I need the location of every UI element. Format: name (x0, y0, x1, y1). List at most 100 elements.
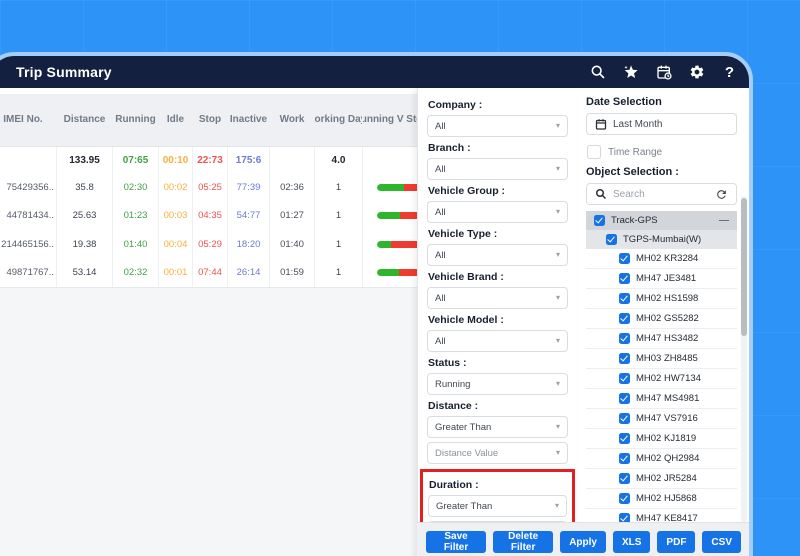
search-icon[interactable] (589, 64, 606, 81)
checkbox-checked-icon[interactable] (619, 473, 630, 484)
checkbox-checked-icon[interactable] (619, 273, 630, 284)
checkbox-checked-icon[interactable] (619, 333, 630, 344)
cell-inactive: 54:77 (228, 202, 270, 231)
checkbox-checked-icon[interactable] (619, 373, 630, 384)
cell-running: 02:30 (113, 173, 159, 202)
time-range-checkbox[interactable] (587, 145, 601, 159)
running-vs-stop-bar (377, 212, 417, 219)
object-selection-label: Object Selection : (586, 166, 737, 178)
filter-select[interactable]: All▾ (427, 158, 568, 180)
filter-select[interactable]: Greater Than▾ (427, 416, 568, 438)
vehicle-list-item[interactable]: MH02 GS5282 (586, 309, 737, 329)
checkbox-checked-icon[interactable] (606, 234, 617, 245)
help-icon[interactable]: ? (721, 64, 738, 81)
cell-distance: 53.14 (57, 259, 113, 288)
object-search-input[interactable]: Search (586, 183, 737, 205)
cell-bar (363, 147, 417, 173)
vehicle-list-item[interactable]: MH02 HS1598 (586, 289, 737, 309)
vehicle-list-item[interactable]: MH47 MS4981 (586, 389, 737, 409)
filter-panel: Company :All▾Branch :All▾Vehicle Group :… (417, 88, 577, 556)
vehicle-list-item[interactable]: MH47 VS7916 (586, 409, 737, 429)
vehicle-label: MH02 GS5282 (636, 313, 699, 324)
cell-distance: 133.95 (57, 147, 113, 173)
date-range-input[interactable]: Last Month (586, 113, 737, 135)
filter-select[interactable]: Running▾ (427, 373, 568, 395)
refresh-icon[interactable] (715, 188, 728, 201)
checkbox-checked-icon[interactable] (619, 413, 630, 424)
checkbox-checked-icon[interactable] (619, 353, 630, 364)
filter-select[interactable]: All▾ (427, 244, 568, 266)
bar-running-segment (377, 184, 404, 191)
pdf-button[interactable]: PDF (657, 531, 695, 553)
duration-label: Duration : (429, 479, 566, 491)
filter-select[interactable]: All▾ (427, 287, 568, 309)
table-empty-area (0, 287, 417, 556)
tree-root-row[interactable]: Track-GPS — (586, 211, 737, 230)
schedule-report-icon[interactable] (655, 64, 672, 81)
duration-select[interactable]: Greater Than▾ (428, 495, 567, 517)
table-row[interactable]: 75429356..35.802:3000:0205:2577:3902:361 (0, 173, 417, 202)
vehicle-list-item[interactable]: MH02 QH2984 (586, 449, 737, 469)
time-range-checkbox-row[interactable]: Time Range (587, 145, 736, 159)
checkbox-checked-icon[interactable] (619, 493, 630, 504)
cell-working_days: 1 (315, 173, 363, 202)
filter-select[interactable]: All▾ (427, 330, 568, 352)
scrollbar-track[interactable] (741, 196, 747, 522)
filter-select[interactable]: All▾ (427, 115, 568, 137)
cell-work: 01:59 (270, 259, 315, 288)
checkbox-checked-icon[interactable] (619, 253, 630, 264)
calendar-icon (595, 118, 607, 130)
cell-running: 02:32 (113, 259, 159, 288)
title-bar: Trip Summary ? (0, 56, 749, 88)
vehicle-list-item[interactable]: MH03 ZH8485 (586, 349, 737, 369)
cell-running: 07:65 (113, 147, 159, 173)
cell-inactive: 26:14 (228, 259, 270, 288)
xls-button[interactable]: XLS (613, 531, 650, 553)
checkbox-checked-icon[interactable] (619, 393, 630, 404)
apply-button[interactable]: Apply (560, 531, 606, 553)
vehicle-list-item[interactable]: MH02 KR3284 (586, 249, 737, 269)
vehicle-list-item[interactable]: MH47 HS3482 (586, 329, 737, 349)
delete-filter-button[interactable]: Delete Filter (493, 531, 553, 553)
column-header-distance: Distance (57, 94, 113, 146)
vehicle-list-item[interactable]: MH02 JR5284 (586, 469, 737, 489)
cell-bar (363, 259, 417, 288)
vehicle-list-item[interactable]: MH02 HJ5868 (586, 489, 737, 509)
checkbox-checked-icon[interactable] (619, 433, 630, 444)
settings-gear-icon[interactable] (688, 64, 705, 81)
cell-bar (363, 173, 417, 202)
vehicle-list-item[interactable]: MH47 JE3481 (586, 269, 737, 289)
running-vs-stop-bar (377, 241, 417, 248)
vehicle-label: MH02 HW7134 (636, 373, 701, 384)
tree-group-row[interactable]: TGPS-Mumbai(W) (586, 230, 737, 249)
vehicle-label: MH47 VS7916 (636, 413, 698, 424)
filter-select[interactable]: Distance Value▾ (427, 442, 568, 464)
cell-work: 01:40 (270, 230, 315, 259)
checkbox-checked-icon[interactable] (594, 215, 605, 226)
table-row[interactable]: 44781434..25.6301:2300:0304:3554:7701:27… (0, 202, 417, 231)
checkbox-checked-icon[interactable] (619, 453, 630, 464)
vehicle-list-item[interactable]: MH02 KJ1819 (586, 429, 737, 449)
checkbox-checked-icon[interactable] (619, 313, 630, 324)
chevron-down-icon: ▾ (556, 208, 560, 216)
select-value: Greater Than (436, 501, 492, 512)
checkbox-checked-icon[interactable] (619, 293, 630, 304)
cell-imei: 49871767.. (0, 259, 57, 288)
titlebar-icons: ? (589, 64, 738, 81)
collapse-minus-icon[interactable]: — (719, 215, 729, 226)
favorites-star-icon[interactable] (622, 64, 639, 81)
object-panel: Date Selection Last Month Time Range Obj… (577, 88, 749, 556)
vehicle-label: MH03 ZH8485 (636, 353, 698, 364)
filter-label: Vehicle Type : (428, 228, 567, 240)
column-header-work: Work (270, 94, 315, 146)
chevron-down-icon: ▾ (556, 122, 560, 130)
vehicle-list-item[interactable]: MH02 HW7134 (586, 369, 737, 389)
csv-button[interactable]: CSV (702, 531, 741, 553)
table-row[interactable]: 214465156..19.3801:4000:0405:2918:2001:4… (0, 230, 417, 259)
scrollbar-thumb[interactable] (741, 198, 747, 336)
save-filter-button[interactable]: Save Filter (426, 531, 486, 553)
filter-label: Vehicle Model : (428, 314, 567, 326)
table-row[interactable]: 49871767..53.1402:3200:0107:4426:1401:59… (0, 259, 417, 288)
cell-work: 01:27 (270, 202, 315, 231)
filter-select[interactable]: All▾ (427, 201, 568, 223)
